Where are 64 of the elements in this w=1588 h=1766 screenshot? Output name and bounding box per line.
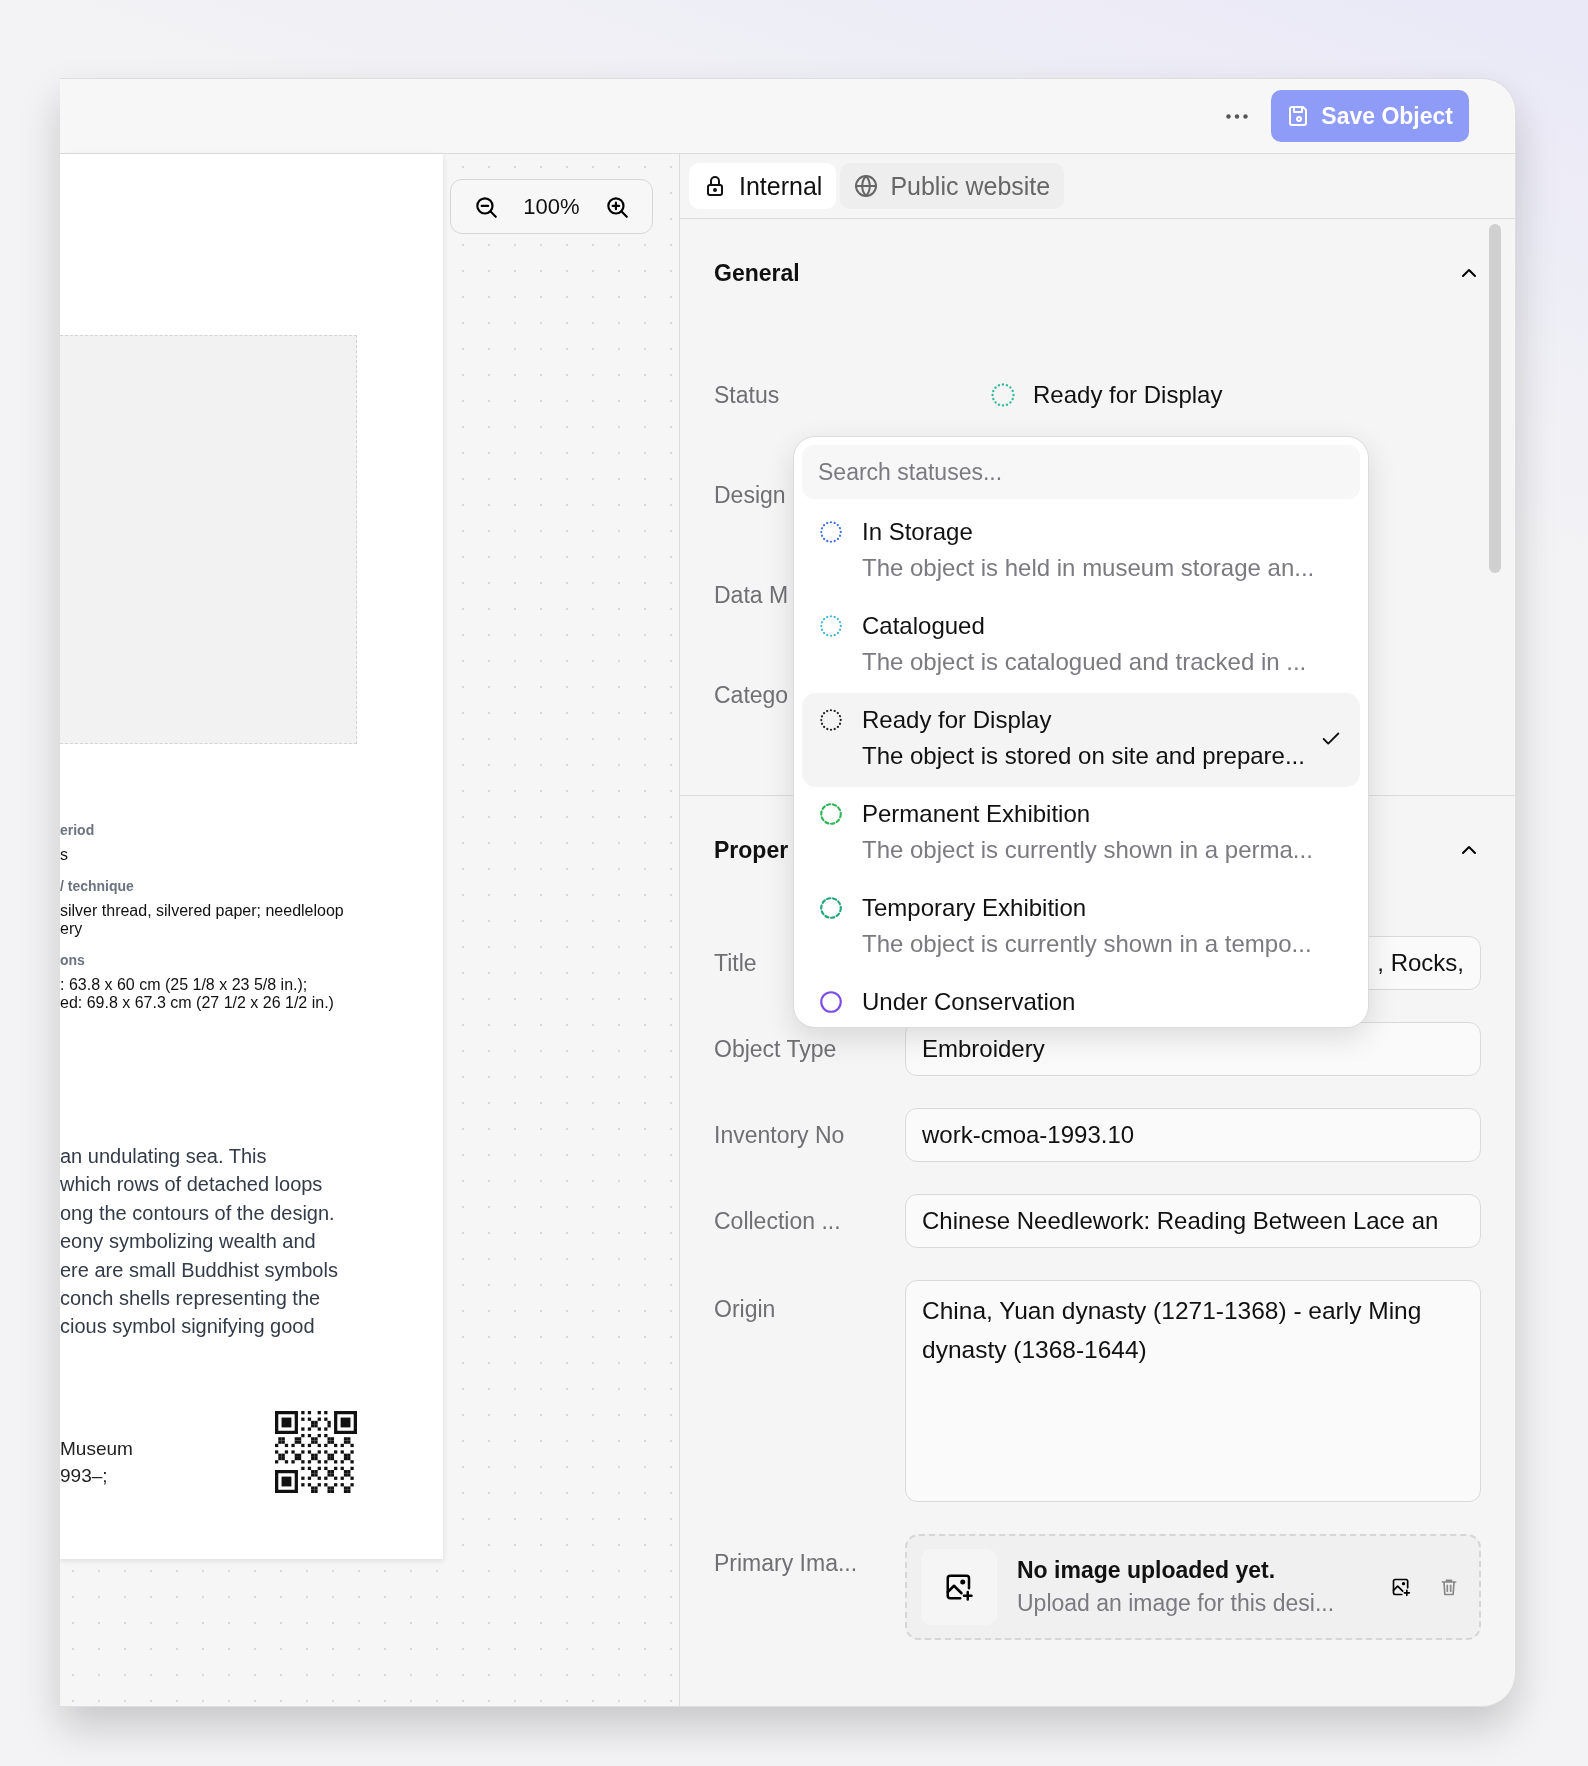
field-label: Primary Ima... xyxy=(714,1550,858,1576)
input-field[interactable]: Chinese Needlework: Reading Between Lace an xyxy=(905,1194,1481,1248)
description-text: which rows of detached loops xyxy=(60,1172,324,1198)
status-option[interactable]: Permanent Exhibition The object is currently shown in a perma... xyxy=(802,787,1360,881)
field-label: Design xyxy=(714,481,786,508)
status-select[interactable]: Ready for Display xyxy=(989,377,1223,413)
description-text: cious symbol signifying good xyxy=(60,1314,316,1340)
field-label: Collection ... xyxy=(714,1207,841,1234)
description-text: an undulating sea. This xyxy=(60,1144,268,1169)
status-option[interactable]: Ready for Display The object is stored on site and prepare... xyxy=(802,693,1360,787)
trash-icon xyxy=(1439,1577,1459,1597)
option-name: Permanent Exhibition xyxy=(862,799,1092,829)
field-label: Data M xyxy=(714,581,789,608)
tab[interactable]: Public website xyxy=(840,163,1065,209)
credit-text: 993–; xyxy=(60,1463,109,1488)
globe-icon xyxy=(854,174,879,198)
upload-button[interactable] xyxy=(921,1549,997,1625)
description-text: eony symbolizing wealth and xyxy=(60,1229,317,1255)
description-text: conch shells representing the xyxy=(60,1286,322,1312)
search-field[interactable]: Search statuses... xyxy=(802,445,1360,499)
status-option[interactable]: In Storage The object is held in museum storage an... xyxy=(802,505,1360,599)
more-icon xyxy=(1226,113,1249,119)
field-value: silver thread, silvered paper; needleloop xyxy=(60,902,345,920)
text-area[interactable]: China, Yuan dynasty (1271-1368) - early Ming dynasty (1368-1644) xyxy=(905,1280,1481,1502)
zoom-level: 100% xyxy=(523,193,580,220)
status-option[interactable]: Catalogued The object is catalogued and tracked in ... xyxy=(802,599,1360,693)
image-add-icon xyxy=(944,1572,974,1602)
option-name: In Storage xyxy=(862,517,974,547)
option-description: The object is held in museum storage an... xyxy=(862,553,1316,583)
option-name: Ready for Display xyxy=(862,705,1053,735)
option-description: The object is stored on site and prepare... xyxy=(862,741,1306,771)
option-description: The object is currently shown in a perma... xyxy=(862,835,1314,865)
field-label: Title xyxy=(714,949,757,976)
status-option[interactable]: Temporary Exhibition The object is currently shown in a tempo... xyxy=(802,881,1360,975)
credit-text: Museum xyxy=(60,1436,133,1461)
option-name: Catalogued xyxy=(862,611,986,641)
option-name: Under Conservation xyxy=(862,987,1077,1017)
section-title: General xyxy=(714,259,800,287)
field-value: ed: 69.8 x 67.3 cm (27 1/2 x 26 1/2 in.) xyxy=(60,994,335,1012)
input-field[interactable]: work-cmoa-1993.10 xyxy=(905,1108,1481,1162)
option-name: Temporary Exhibition xyxy=(862,893,1088,923)
field-label: eriod xyxy=(60,822,96,838)
field-label: Inventory No xyxy=(714,1121,845,1148)
section-title: Proper xyxy=(714,836,789,864)
field-label: Catego xyxy=(714,681,789,708)
image-dropzone[interactable]: No image uploaded yet. Upload an image for this desi... xyxy=(905,1534,1481,1640)
description-text: ong the contours of the design. xyxy=(60,1200,336,1226)
field-label: ons xyxy=(60,952,86,968)
option-description: The object is currently shown in a tempo... xyxy=(862,929,1313,959)
tab[interactable]: Internal xyxy=(689,163,837,209)
option-description: The object is catalogued and tracked in ... xyxy=(862,647,1308,677)
field-label: / technique xyxy=(60,878,135,894)
field-label: Status xyxy=(714,381,780,408)
scrollbar[interactable] xyxy=(1489,224,1501,573)
description-text: ere are small Buddhist symbols xyxy=(60,1257,339,1283)
upload-title: No image uploaded yet. xyxy=(1017,1557,1277,1584)
field-value: ery xyxy=(60,920,84,938)
upload-hint: Upload an image for this desi... xyxy=(1017,1590,1336,1617)
field-value: s xyxy=(60,846,69,864)
image-add-icon xyxy=(1391,1577,1411,1597)
field-value: : 63.8 x 60 cm (25 1/8 x 23 5/8 in.); xyxy=(60,976,309,994)
field-label: Origin xyxy=(714,1296,776,1322)
input-field[interactable]: Embroidery xyxy=(905,1022,1481,1076)
field-label: Object Type xyxy=(714,1035,837,1062)
